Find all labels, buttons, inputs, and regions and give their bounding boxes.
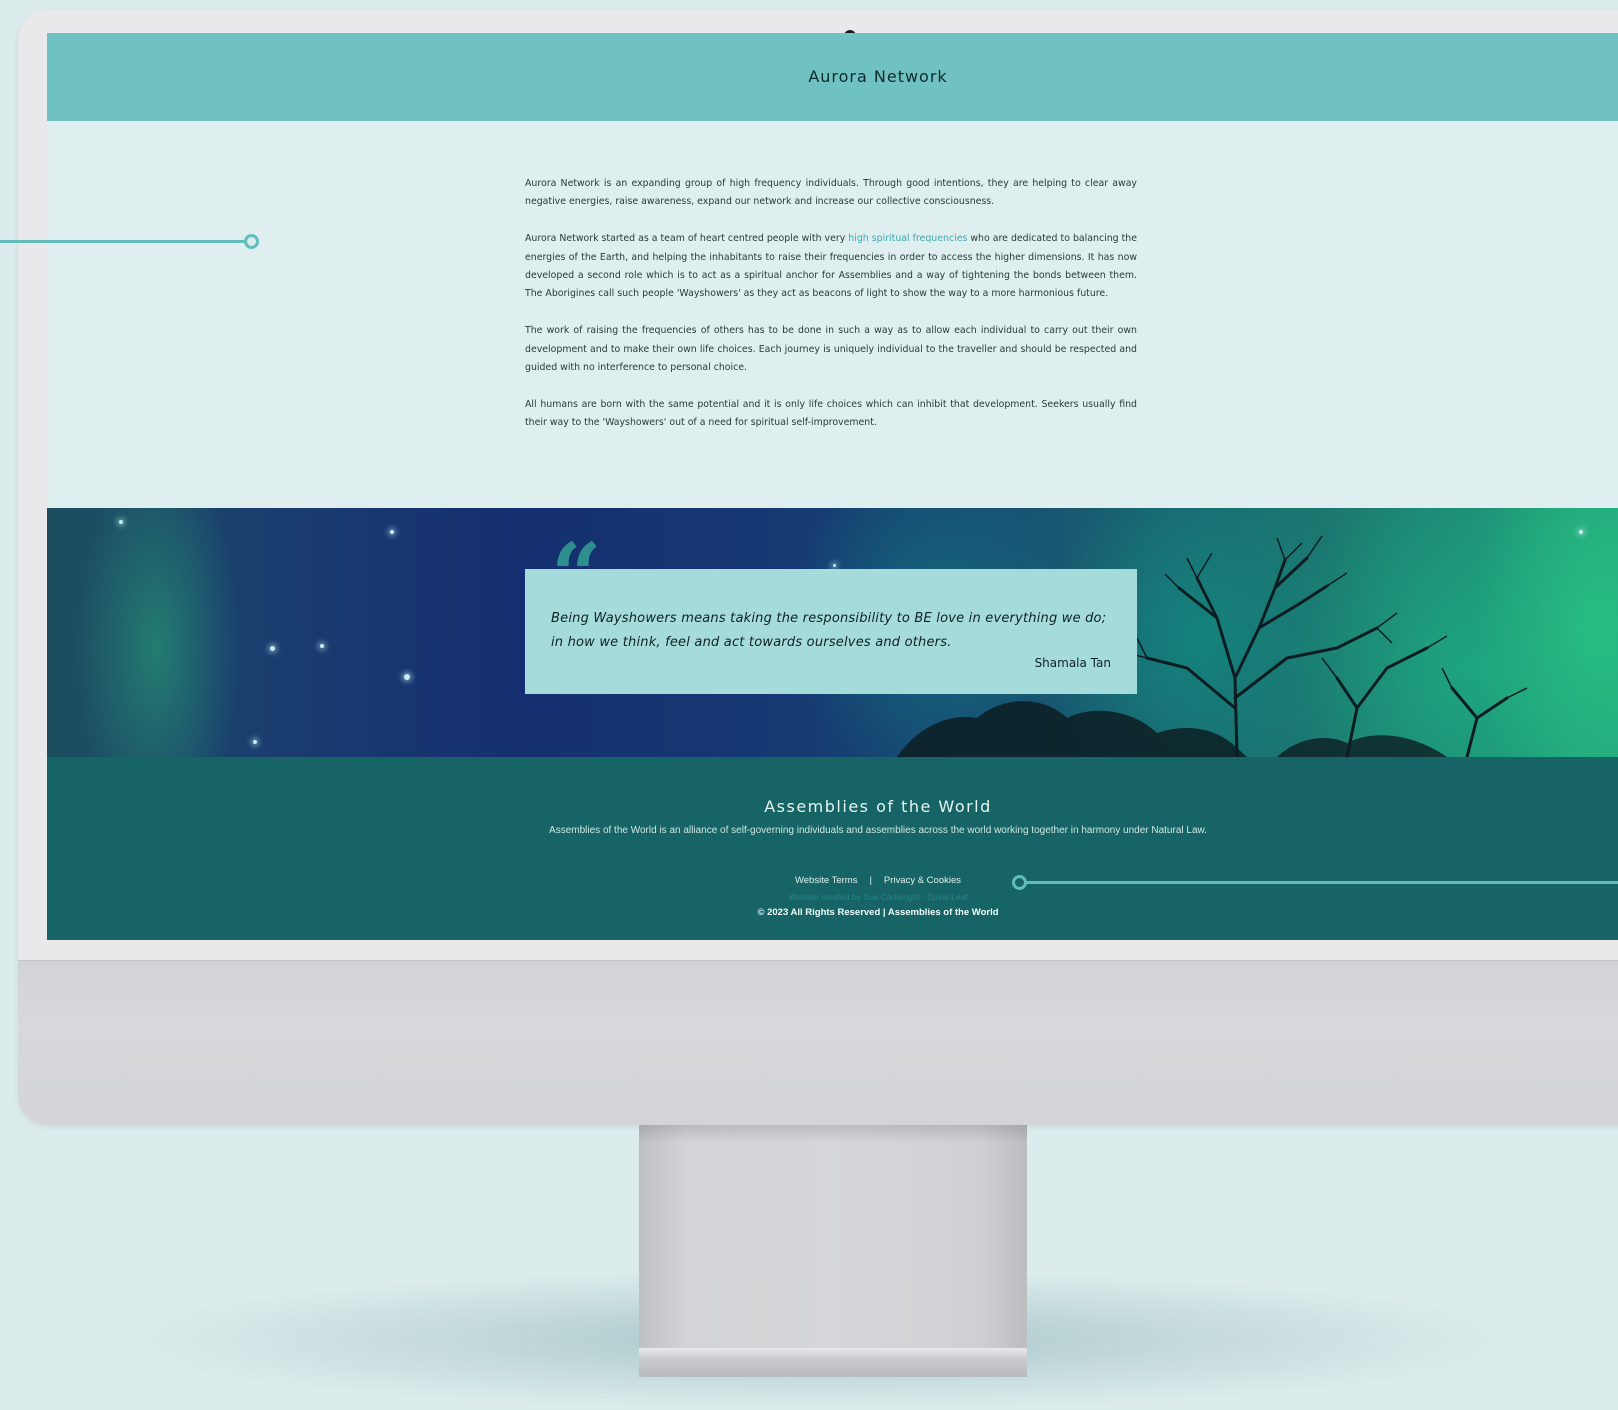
spiritual-frequencies-link[interactable]: high spiritual frequencies [848, 233, 967, 244]
history-text-start: Aurora Network started as a team of hear… [525, 233, 849, 245]
privacy-cookies-link[interactable]: Privacy & Cookies [884, 875, 961, 886]
footer-description: Assemblies of the World is an alliance o… [549, 825, 1207, 836]
website-screen: Aurora Network Aurora Network is an expa… [47, 33, 1618, 940]
history-paragraph: Aurora Network started as a team of hear… [525, 230, 1137, 304]
monitor-chin [18, 960, 1618, 1125]
potential-paragraph: All humans are born with the same potent… [525, 398, 1137, 429]
footer-link-separator: | [869, 875, 872, 886]
footer-credit[interactable]: Website created by Sue Cartwright - Spir… [47, 892, 1618, 902]
work-paragraph: The work of raising the frequencies of o… [525, 325, 1137, 374]
main-content: Aurora Network is an expanding group of … [525, 175, 1137, 451]
stand-foot [639, 1348, 1027, 1377]
aurora-banner: “ Being Wayshowers means taking the resp… [47, 508, 1618, 757]
connector-line-left [0, 240, 245, 243]
site-title[interactable]: Aurora Network [47, 67, 1618, 86]
connector-node-left [244, 234, 259, 249]
connector-line-right [1020, 881, 1618, 884]
monitor-stand [639, 1125, 1027, 1377]
site-footer: Assemblies of the World Assemblies of th… [47, 757, 1618, 940]
quote-text: Being Wayshowers means taking the respon… [551, 611, 1107, 650]
connector-node-right [1012, 875, 1027, 890]
website-terms-link[interactable]: Website Terms [795, 875, 857, 886]
intro-paragraph: Aurora Network is an expanding group of … [525, 178, 1137, 208]
quote-author: Shamala Tan [1034, 656, 1111, 670]
footer-title: Assemblies of the World [764, 797, 992, 816]
footer-copyright: © 2023 All Rights Reserved | Assemblies … [757, 907, 999, 918]
stand-shadow [639, 1125, 1027, 1143]
site-header: Aurora Network [47, 33, 1618, 121]
quote-box: Being Wayshowers means taking the respon… [525, 569, 1137, 694]
